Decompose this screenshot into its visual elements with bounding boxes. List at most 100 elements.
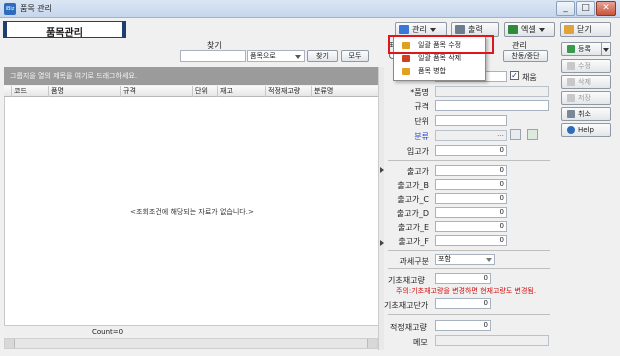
in-price-label: 입고가 xyxy=(406,147,429,156)
column-header-code[interactable]: 코드 xyxy=(12,86,49,97)
excel-button[interactable]: 엑셀 xyxy=(504,22,555,37)
memo-label: 메모 xyxy=(413,338,428,347)
proper-stock-label: 적정재고량 xyxy=(390,323,427,332)
close-button[interactable]: 닫기 xyxy=(560,22,611,37)
save-icon xyxy=(567,94,575,102)
help-icon xyxy=(567,126,575,134)
manage-label: 관리 xyxy=(412,25,427,34)
chevron-down-icon xyxy=(603,48,609,52)
column-header-category[interactable]: 분류명 xyxy=(312,86,378,97)
close-window-button[interactable]: ✕ xyxy=(596,1,616,16)
base-cost-field[interactable]: 0 xyxy=(435,298,491,309)
out-price-f-field[interactable]: 0 xyxy=(435,235,507,246)
group-by-hint: 그룹지을 열의 제목을 여기로 드래그하세요. xyxy=(10,72,138,80)
base-cost-label: 기초재고단가 xyxy=(384,301,429,310)
spec-label: 규격 xyxy=(414,102,429,111)
print-label: 출력 xyxy=(468,25,483,34)
search-input[interactable] xyxy=(180,50,246,62)
app-icon: iBiz xyxy=(4,3,16,15)
spec-field[interactable] xyxy=(435,100,549,111)
empty-grid-message: <조회조건에 해당되는 자료가 없습니다.> xyxy=(130,208,254,216)
name-label: *품명 xyxy=(410,88,429,97)
unit-label: 단위 xyxy=(414,117,429,126)
divider xyxy=(388,250,550,251)
page-title-box: 품목관리 xyxy=(3,21,126,39)
grid-body[interactable]: <조회조건에 해당되는 자료가 없습니다.> xyxy=(4,97,378,325)
delete-icon xyxy=(402,55,410,62)
scroll-right-arrow[interactable] xyxy=(367,339,377,348)
cancel-icon xyxy=(567,110,575,118)
delete-label: 삭제 xyxy=(578,78,591,86)
search-scope-select[interactable]: 품목으로 xyxy=(247,50,305,62)
merge-icon xyxy=(402,68,410,75)
find-button[interactable]: 찾기 xyxy=(307,50,338,62)
base-stock-label: 기초재고량 xyxy=(388,276,425,285)
column-header-unit[interactable]: 단위 xyxy=(193,86,218,97)
out-price-c-field[interactable]: 0 xyxy=(435,193,507,204)
edit-icon xyxy=(567,62,575,70)
toggle-status-button[interactable]: 찬동/중단 xyxy=(503,50,548,62)
column-header-spec[interactable]: 규격 xyxy=(121,86,193,97)
search-scope-value: 품목으로 xyxy=(250,52,276,60)
tax-value: 포함 xyxy=(438,255,451,263)
category-label[interactable]: 분류 xyxy=(381,131,429,142)
maximize-button[interactable]: □ xyxy=(576,1,595,16)
edit-label: 수정 xyxy=(578,62,591,70)
help-label: Help xyxy=(578,126,594,134)
divider xyxy=(388,160,550,161)
delete-icon xyxy=(567,78,575,86)
out-price-f-label: 출고가_F xyxy=(398,237,429,246)
use-checkbox-label: 채움 xyxy=(522,73,537,82)
column-header-stock[interactable]: 재고 xyxy=(218,86,266,97)
minimize-button[interactable]: _ xyxy=(556,1,575,16)
save-label: 저장 xyxy=(578,94,591,102)
save-button[interactable]: 저장 xyxy=(561,91,611,105)
add-dropdown-button[interactable] xyxy=(601,42,611,56)
menu-item-merge[interactable]: 품목 병합 xyxy=(396,65,484,78)
group-by-area[interactable]: 그룹지을 열의 제목을 여기로 드래그하세요. xyxy=(4,67,378,85)
name-field[interactable] xyxy=(435,86,549,97)
row-indicator-header xyxy=(4,86,12,97)
base-stock-field[interactable]: 0 xyxy=(435,273,491,284)
in-price-field[interactable]: 0 xyxy=(435,145,507,156)
proper-stock-field[interactable]: 0 xyxy=(435,320,491,331)
help-button[interactable]: Help xyxy=(561,123,611,137)
base-stock-warning: 주의:기초재고량을 변경하면 현재고량도 변경됨. xyxy=(396,287,537,295)
add-icon xyxy=(567,45,575,53)
out-price-e-label: 출고가_E xyxy=(397,223,429,232)
edit-button[interactable]: 수정 xyxy=(561,59,611,73)
cancel-button[interactable]: 취소 xyxy=(561,107,611,121)
out-price-field[interactable]: 0 xyxy=(435,165,507,176)
close-label: 닫기 xyxy=(577,25,592,34)
delete-button[interactable]: 삭제 xyxy=(561,75,611,89)
divider xyxy=(388,268,550,269)
category-clear-icon[interactable] xyxy=(510,129,521,140)
out-price-c-label: 출고가_C xyxy=(397,195,429,204)
scroll-left-arrow[interactable] xyxy=(5,339,15,348)
manage-icon xyxy=(399,25,409,34)
out-price-d-label: 출고가_D xyxy=(396,209,429,218)
chevron-down-icon xyxy=(429,27,436,32)
window-titlebar: iBiz 품목 관리 _ □ ✕ xyxy=(0,0,620,18)
unit-field[interactable] xyxy=(435,115,507,126)
ellipsis-icon[interactable]: … xyxy=(497,130,504,138)
chevron-down-icon xyxy=(295,55,301,59)
chevron-down-icon xyxy=(486,258,492,262)
use-checkbox[interactable]: ✓ xyxy=(510,71,519,80)
memo-field[interactable] xyxy=(435,335,549,346)
tax-label: 과세구분 xyxy=(399,257,429,266)
out-price-d-field[interactable]: 0 xyxy=(435,207,507,218)
out-price-e-field[interactable]: 0 xyxy=(435,221,507,232)
category-add-icon[interactable] xyxy=(527,129,538,140)
show-all-button[interactable]: 모두 xyxy=(341,50,369,62)
row-count: Count=0 xyxy=(92,328,124,336)
column-header-proper-stock[interactable]: 적정재고량 xyxy=(266,86,312,97)
horizontal-scrollbar[interactable] xyxy=(4,338,378,349)
column-header-name[interactable]: 품명 xyxy=(49,86,121,97)
page-title: 품목관리 xyxy=(46,28,83,39)
out-price-b-field[interactable]: 0 xyxy=(435,179,507,190)
excel-icon xyxy=(508,25,518,34)
grid-header: 코드 품명 규격 단위 재고 적정재고량 분류명 xyxy=(4,86,378,97)
tax-select[interactable]: 포함 xyxy=(435,254,495,265)
chevron-down-icon xyxy=(538,27,545,32)
